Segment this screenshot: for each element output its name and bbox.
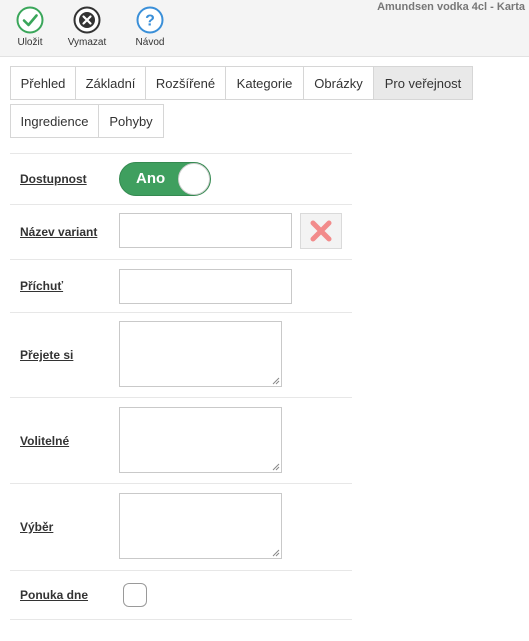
tab-label: Přehled	[20, 75, 66, 91]
row-separator	[10, 570, 352, 571]
tab-basic[interactable]: Základní	[75, 66, 146, 100]
tab-public[interactable]: Pro veřejnost	[373, 66, 473, 100]
tab-images[interactable]: Obrázky	[303, 66, 374, 100]
toggle-knob	[178, 163, 210, 195]
variant-name-label: Název variant	[20, 225, 98, 239]
tab-advanced[interactable]: Rozšířené	[145, 66, 226, 100]
tab-label: Základní	[85, 75, 136, 91]
daily-offer-checkbox[interactable]	[123, 583, 147, 607]
optional-textarea[interactable]	[119, 407, 282, 473]
daily-offer-label: Ponuka dne	[20, 588, 89, 602]
delete-button[interactable]: Vymazat	[57, 6, 117, 48]
check-circle-icon	[16, 6, 44, 34]
tab-label: Pro veřejnost	[384, 75, 462, 91]
row-separator	[10, 259, 352, 260]
resize-grip-icon[interactable]	[272, 377, 280, 385]
wish-label: Přejete si	[20, 348, 74, 362]
help-label: Návod	[135, 37, 165, 48]
row-separator	[10, 204, 352, 205]
delete-label: Vymazat	[67, 37, 107, 48]
row-separator	[10, 153, 352, 154]
help-button[interactable]: ? Návod	[120, 6, 180, 48]
save-label: Uložit	[17, 37, 43, 48]
row-separator	[10, 483, 352, 484]
tab-label: Rozšířené	[155, 75, 216, 91]
remove-variant-button[interactable]	[300, 213, 342, 249]
tab-ingredients[interactable]: Ingredience	[10, 104, 99, 138]
tab-movements[interactable]: Pohyby	[98, 104, 164, 138]
choice-textarea[interactable]	[119, 493, 282, 559]
save-button[interactable]: Uložit	[0, 6, 60, 48]
optional-label: Volitelné	[20, 434, 70, 448]
svg-text:?: ?	[145, 13, 155, 30]
window-title: Amundsen vodka 4cl - Karta	[377, 1, 525, 13]
tab-label: Kategorie	[236, 75, 293, 91]
question-circle-icon: ?	[136, 6, 164, 34]
tab-categories[interactable]: Kategorie	[225, 66, 304, 100]
close-circle-icon	[73, 6, 101, 34]
row-separator	[10, 619, 352, 620]
variant-name-input[interactable]	[119, 213, 292, 248]
row-separator	[10, 312, 352, 313]
flavor-input[interactable]	[119, 269, 292, 304]
flavor-label: Příchuť	[20, 279, 64, 293]
toggle-value: Ano	[136, 170, 166, 187]
toolbar: Uložit Vymazat ? Návod Amundsen vodka 4c…	[0, 0, 529, 57]
wish-textarea[interactable]	[119, 321, 282, 387]
resize-grip-icon[interactable]	[272, 463, 280, 471]
tab-overview[interactable]: Přehled	[10, 66, 76, 100]
row-separator	[10, 397, 352, 398]
tab-label: Ingredience	[20, 113, 89, 129]
availability-label: Dostupnost	[20, 172, 87, 186]
choice-label: Výběr	[20, 520, 54, 534]
tab-label: Obrázky	[314, 75, 363, 91]
x-mark-icon	[310, 220, 332, 242]
availability-toggle[interactable]: Ano	[119, 162, 211, 196]
tab-label: Pohyby	[109, 113, 153, 129]
resize-grip-icon[interactable]	[272, 549, 280, 557]
